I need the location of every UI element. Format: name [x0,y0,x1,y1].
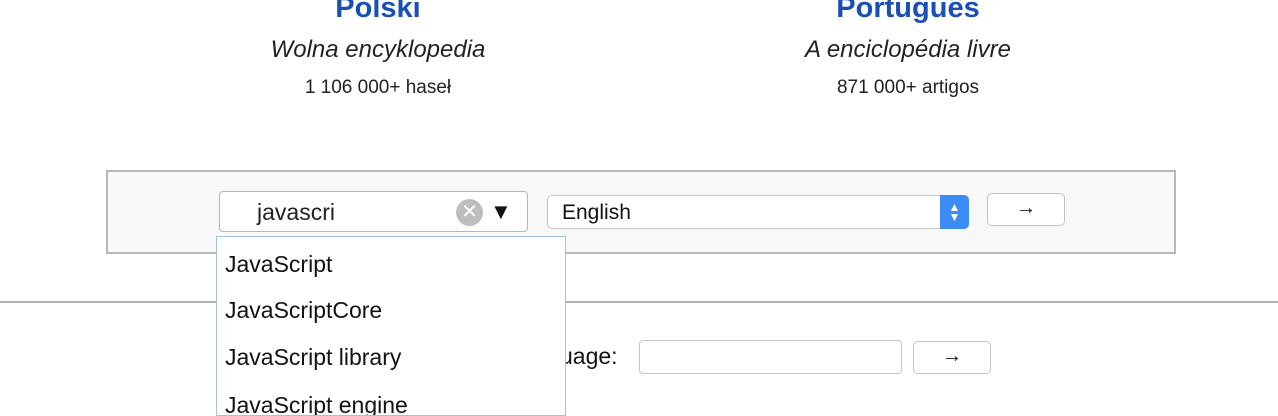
clear-icon[interactable]: ✕ [456,199,483,226]
find-language-go-button[interactable]: → [913,341,991,374]
language-polski: Polski Wolna encyklopedia 1 106 000+ has… [178,0,578,99]
suggestion-item[interactable]: JavaScriptCore [217,285,565,333]
search-go-button[interactable]: → [987,193,1065,226]
language-select-value: English [562,201,631,225]
suggestion-item[interactable]: JavaScript [217,237,565,285]
find-language-input[interactable] [639,340,902,374]
search-input-value: javascri [257,200,335,224]
language-name-link[interactable]: Polski [178,0,578,22]
section-divider [0,301,1278,303]
language-tagline: Wolna encyklopedia [178,36,578,64]
language-tagline: A enciclopédia livre [708,36,1108,64]
language-portugues: Português A enciclopédia livre 871 000+ … [708,0,1108,99]
select-arrows-icon: ▲ ▼ [940,195,969,229]
suggestion-item[interactable]: JavaScript engine [217,380,565,416]
dropdown-arrow-icon[interactable]: ▼ [490,198,512,226]
language-name-link[interactable]: Português [708,0,1108,22]
chevron-down-icon: ▼ [949,212,961,222]
article-count: 871 000+ artigos [708,77,1108,99]
language-select[interactable]: English ▲ ▼ [547,195,969,229]
article-count: 1 106 000+ haseł [178,77,578,99]
suggestion-item[interactable]: JavaScript library [217,332,565,380]
search-input[interactable]: javascri ✕ ▼ [219,191,528,232]
find-language-label: uage: [560,343,618,369]
autocomplete-suggestions: JavaScript JavaScriptCore JavaScript lib… [216,236,566,416]
